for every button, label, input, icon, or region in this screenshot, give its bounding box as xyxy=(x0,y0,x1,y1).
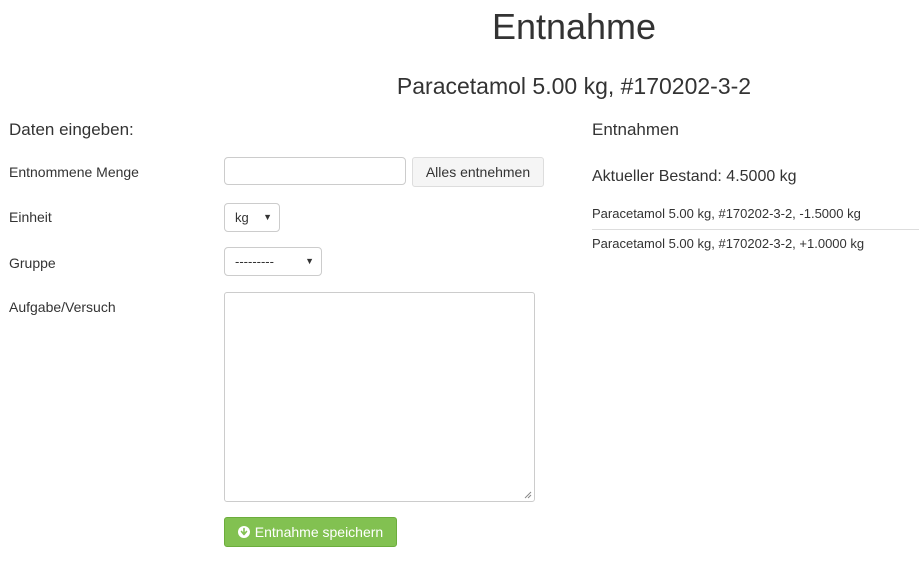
amount-label: Entnommene Menge xyxy=(9,164,139,180)
save-withdrawal-button[interactable]: Entnahme speichern xyxy=(224,517,397,547)
task-textarea[interactable] xyxy=(224,292,535,502)
group-label: Gruppe xyxy=(9,255,56,271)
task-label: Aufgabe/Versuch xyxy=(9,299,116,315)
arrow-circle-down-icon xyxy=(237,526,250,538)
save-withdrawal-label: Entnahme speichern xyxy=(254,524,384,540)
unit-select-value: kg xyxy=(235,210,249,225)
unit-label: Einheit xyxy=(9,209,52,225)
take-all-button[interactable]: Alles entnehmen xyxy=(412,157,544,187)
list-item: Paracetamol 5.00 kg, #170202-3-2, -1.500… xyxy=(592,200,919,230)
caret-down-icon: ▼ xyxy=(263,212,272,222)
current-stock: Aktueller Bestand: 4.5000 kg xyxy=(592,168,797,185)
withdrawal-list: Paracetamol 5.00 kg, #170202-3-2, -1.500… xyxy=(592,200,919,260)
group-select-value: --------- xyxy=(235,254,274,269)
amount-input[interactable] xyxy=(224,157,406,185)
list-item: Paracetamol 5.00 kg, #170202-3-2, +1.000… xyxy=(592,236,865,251)
unit-select[interactable]: kg ▼ xyxy=(224,203,280,232)
form-heading: Daten eingeben: xyxy=(9,120,134,139)
page-title: Entnahme xyxy=(491,6,657,47)
caret-down-icon: ▼ xyxy=(305,256,314,266)
resize-grip-icon[interactable] xyxy=(524,491,532,499)
page-subtitle: Paracetamol 5.00 kg, #170202-3-2 xyxy=(396,73,752,99)
group-select[interactable]: --------- ▼ xyxy=(224,247,322,276)
withdrawals-heading: Entnahmen xyxy=(592,120,679,139)
